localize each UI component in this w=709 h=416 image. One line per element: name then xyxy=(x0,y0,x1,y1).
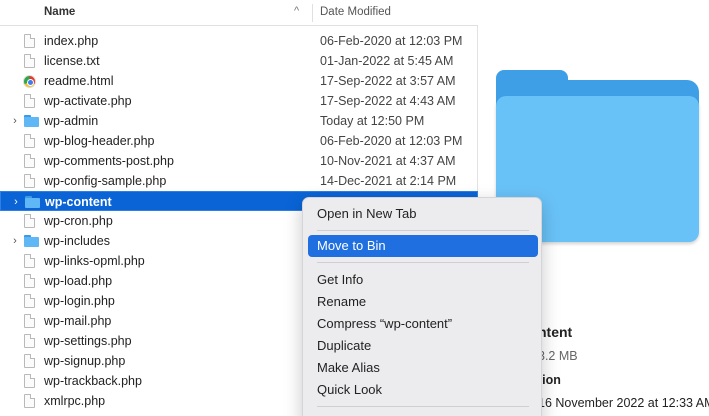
file-name: wp-trackback.php xyxy=(44,374,142,388)
file-row[interactable]: readme.html 17-Sep-2022 at 3:57 AM xyxy=(0,71,478,91)
file-row[interactable]: wp-blog-header.php 06-Feb-2020 at 12:03 P… xyxy=(0,131,478,151)
preview-title: ntent xyxy=(538,324,573,340)
column-header: Name ^ Date Modified xyxy=(0,0,478,26)
file-name: index.php xyxy=(44,34,99,48)
file-name: wp-settings.php xyxy=(44,334,132,348)
name-column-header[interactable]: Name xyxy=(44,6,75,18)
file-name: wp-blog-header.php xyxy=(44,134,155,148)
disclosure-chevron-icon[interactable]: › xyxy=(10,231,20,251)
file-name: wp-content xyxy=(45,195,112,209)
file-row[interactable]: wp-comments-post.php 10-Nov-2021 at 4:37 … xyxy=(0,151,478,171)
document-icon xyxy=(24,374,38,389)
menu-make-alias[interactable]: Make Alias xyxy=(308,357,538,379)
document-icon xyxy=(24,214,38,229)
file-date-modified: 14-Dec-2021 at 2:14 PM xyxy=(320,174,457,188)
context-menu: Open in New Tab Move to Bin Get Info Ren… xyxy=(302,197,542,416)
document-icon xyxy=(24,294,38,309)
document-icon xyxy=(24,54,38,69)
file-name: wp-signup.php xyxy=(44,354,126,368)
menu-separator xyxy=(317,406,529,407)
document-icon xyxy=(24,94,38,109)
menu-duplicate[interactable]: Duplicate xyxy=(308,335,538,357)
folder-icon xyxy=(24,234,39,249)
file-name: xmlrpc.php xyxy=(44,394,106,408)
menu-get-info[interactable]: Get Info xyxy=(308,269,538,291)
menu-compress[interactable]: Compress “wp-content” xyxy=(308,313,538,335)
sort-chevron-icon[interactable]: ^ xyxy=(294,5,299,17)
file-date-modified: 06-Feb-2020 at 12:03 PM xyxy=(320,134,463,148)
file-name: wp-load.php xyxy=(44,274,113,288)
document-icon xyxy=(24,154,38,169)
file-name: wp-links-opml.php xyxy=(44,254,145,268)
document-icon xyxy=(24,254,38,269)
date-modified-column-header[interactable]: Date Modified xyxy=(320,6,391,18)
document-icon xyxy=(24,394,38,409)
menu-separator xyxy=(317,230,529,231)
file-name: wp-comments-post.php xyxy=(44,154,174,168)
file-name: license.txt xyxy=(44,54,100,68)
file-date-modified: 17-Sep-2022 at 3:57 AM xyxy=(320,74,456,88)
file-name: wp-mail.php xyxy=(44,314,112,328)
preview-date: 16 November 2022 at 12:33 AM xyxy=(538,396,709,410)
file-name: wp-activate.php xyxy=(44,94,132,108)
file-date-modified: 17-Sep-2022 at 4:43 AM xyxy=(320,94,456,108)
chrome-document-icon xyxy=(23,74,38,89)
folder-icon xyxy=(24,114,39,129)
document-icon xyxy=(24,334,38,349)
file-date-modified: 10-Nov-2021 at 4:37 AM xyxy=(320,154,456,168)
file-row[interactable]: wp-config-sample.php 14-Dec-2021 at 2:14 … xyxy=(0,171,478,191)
file-name: readme.html xyxy=(44,74,114,88)
file-row[interactable]: › wp-admin Today at 12:50 PM xyxy=(0,111,478,131)
menu-open-in-new-tab[interactable]: Open in New Tab xyxy=(308,203,538,225)
disclosure-chevron-icon[interactable]: › xyxy=(10,111,20,131)
document-icon xyxy=(24,274,38,289)
document-icon xyxy=(24,354,38,369)
document-icon xyxy=(24,134,38,149)
file-name: wp-includes xyxy=(44,234,111,248)
menu-quick-look[interactable]: Quick Look xyxy=(308,379,538,401)
file-name: wp-config-sample.php xyxy=(44,174,167,188)
file-date-modified: Today at 12:50 PM xyxy=(320,114,425,128)
disclosure-chevron-icon[interactable]: › xyxy=(11,192,21,212)
file-row[interactable]: index.php 06-Feb-2020 at 12:03 PM xyxy=(0,31,478,51)
file-name: wp-login.php xyxy=(44,294,115,308)
file-date-modified: 06-Feb-2020 at 12:03 PM xyxy=(320,34,463,48)
folder-icon xyxy=(25,195,40,210)
menu-separator xyxy=(317,262,529,263)
file-name: wp-cron.php xyxy=(44,214,113,228)
document-icon xyxy=(24,174,38,189)
document-icon xyxy=(24,314,38,329)
file-name: wp-admin xyxy=(44,114,99,128)
file-row[interactable]: wp-activate.php 17-Sep-2022 at 4:43 AM xyxy=(0,91,478,111)
file-date-modified: 01-Jan-2022 at 5:45 AM xyxy=(320,54,454,68)
column-divider[interactable] xyxy=(312,4,313,22)
menu-rename[interactable]: Rename xyxy=(308,291,538,313)
document-icon xyxy=(24,34,38,49)
menu-move-to-bin[interactable]: Move to Bin xyxy=(308,235,538,257)
preview-size: 3.2 MB xyxy=(538,349,578,363)
file-row[interactable]: license.txt 01-Jan-2022 at 5:45 AM xyxy=(0,51,478,71)
